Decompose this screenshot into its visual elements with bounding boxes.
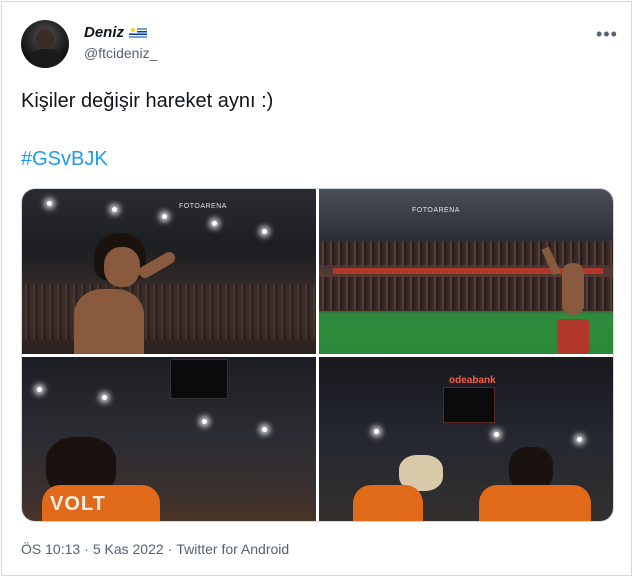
photo-1[interactable]: FOTOARENA bbox=[22, 189, 316, 354]
name-row: Deniz bbox=[84, 24, 148, 41]
tweet-footer: ÖS 10:13 · 5 Kas 2022 · Twitter for Andr… bbox=[21, 541, 289, 557]
photo-3[interactable]: VOLT bbox=[22, 357, 316, 521]
watermark: FOTOARENA bbox=[412, 207, 460, 214]
stadium-light bbox=[102, 395, 107, 400]
stadium-crowd bbox=[22, 284, 316, 339]
player-body bbox=[562, 263, 584, 315]
stadium-light bbox=[47, 201, 52, 206]
player-torso bbox=[74, 289, 144, 354]
stadium-light bbox=[577, 437, 582, 442]
photo-2[interactable]: FOTOARENA bbox=[319, 189, 613, 354]
photo-4[interactable]: odeabank bbox=[319, 357, 613, 521]
stadium-light bbox=[374, 429, 379, 434]
tweet-date[interactable]: 5 Kas 2022 bbox=[93, 541, 164, 557]
player-jersey bbox=[353, 485, 423, 521]
avatar-head bbox=[36, 29, 54, 49]
footer-separator: · bbox=[84, 541, 89, 557]
stadium-light bbox=[494, 432, 499, 437]
display-name[interactable]: Deniz bbox=[84, 24, 124, 41]
stadium-crowd bbox=[319, 241, 613, 265]
stadium-light bbox=[202, 419, 207, 424]
stadium-light bbox=[212, 221, 217, 226]
stadium-light bbox=[162, 214, 167, 219]
player-face bbox=[104, 247, 140, 287]
player-shorts bbox=[557, 319, 589, 354]
tweet-time[interactable]: ÖS 10:13 bbox=[21, 541, 80, 557]
player-jersey bbox=[479, 485, 591, 521]
stadium-light bbox=[262, 427, 267, 432]
sponsor-text: odeabank bbox=[449, 375, 496, 386]
user-handle[interactable]: @ftcideniz_ bbox=[84, 45, 157, 61]
media-grid: FOTOARENA FOTOARENA VOLT odeabank bbox=[21, 188, 614, 522]
avatar[interactable] bbox=[21, 20, 69, 68]
footer-separator: · bbox=[167, 541, 173, 557]
avatar-torso bbox=[29, 49, 63, 68]
tweet-text: Kişiler değişir hareket aynı :) bbox=[21, 90, 274, 112]
scoreboard bbox=[443, 387, 495, 423]
stadium-light bbox=[37, 387, 42, 392]
stadium-light bbox=[112, 207, 117, 212]
hashtag-link[interactable]: #GSvBJK bbox=[21, 148, 108, 171]
tweet-card: Deniz @ftcideniz_ ••• Kişiler değişir ha… bbox=[1, 1, 632, 576]
uruguay-flag-icon bbox=[129, 26, 148, 39]
more-options-icon[interactable]: ••• bbox=[596, 24, 618, 45]
jersey-text: VOLT bbox=[50, 493, 106, 515]
watermark: FOTOARENA bbox=[179, 203, 227, 210]
tweet-source[interactable]: Twitter for Android bbox=[176, 541, 289, 557]
scoreboard bbox=[170, 359, 228, 399]
stadium-light bbox=[262, 229, 267, 234]
